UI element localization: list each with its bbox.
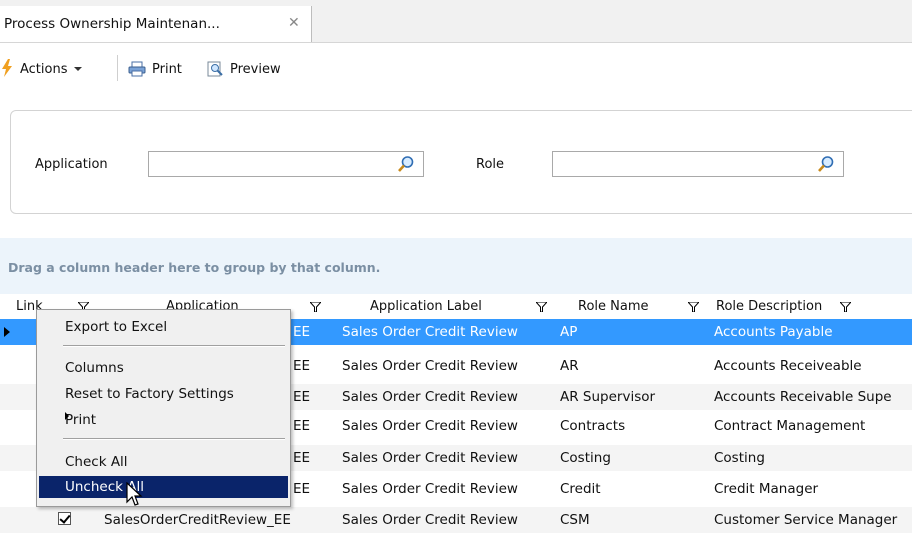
column-header-role-name[interactable]: Role Name bbox=[578, 299, 649, 314]
printer-icon bbox=[128, 61, 146, 77]
search-icon[interactable] bbox=[397, 155, 415, 173]
cell-application-suffix: EE bbox=[293, 358, 311, 374]
chevron-down-icon bbox=[73, 67, 82, 71]
toolbar: Actions Print Preview bbox=[0, 43, 912, 95]
filter-icon[interactable] bbox=[840, 302, 851, 312]
cell-application-label: Sales Order Credit Review bbox=[342, 389, 518, 405]
preview-label: Preview bbox=[230, 61, 281, 77]
cell-application-label: Sales Order Credit Review bbox=[342, 358, 518, 374]
cell-role-name: AP bbox=[560, 324, 578, 340]
tab-process-ownership[interactable]: Process Ownership Maintenan... ✕ bbox=[0, 6, 312, 42]
preview-button[interactable]: Preview bbox=[206, 59, 281, 79]
menu-separator bbox=[63, 438, 285, 440]
application-label: Application bbox=[35, 157, 108, 172]
filter-icon[interactable] bbox=[536, 302, 547, 312]
cell-application-suffix: EE bbox=[293, 324, 311, 340]
cell-application: SalesOrderCreditReview_EE bbox=[104, 512, 291, 528]
cell-role-description: Accounts Payable bbox=[714, 324, 833, 340]
context-menu: Export to Excel Columns Reset to Factory… bbox=[36, 309, 291, 507]
lightning-icon bbox=[2, 59, 12, 77]
menu-item-reset-to-factory-settings[interactable]: Reset to Factory Settings bbox=[39, 383, 288, 405]
column-header-role-description[interactable]: Role Description bbox=[716, 299, 822, 314]
cell-application-suffix: EE bbox=[293, 481, 311, 497]
cell-role-description: Accounts Receivable Supe bbox=[714, 389, 892, 405]
cell-role-description: Credit Manager bbox=[714, 481, 819, 497]
filter-panel: Application Role bbox=[10, 110, 912, 214]
cell-role-name: CSM bbox=[560, 512, 590, 528]
role-field[interactable] bbox=[552, 151, 844, 177]
close-icon[interactable]: ✕ bbox=[288, 15, 300, 31]
mouse-pointer-icon bbox=[126, 482, 143, 506]
cell-application-label: Sales Order Credit Review bbox=[342, 512, 518, 528]
tab-strip: Process Ownership Maintenan... ✕ bbox=[0, 0, 912, 43]
menu-item-label: Check All bbox=[65, 454, 128, 470]
print-button[interactable]: Print bbox=[128, 59, 182, 79]
menu-item-label: Reset to Factory Settings bbox=[65, 386, 234, 402]
menu-item-columns[interactable]: Columns bbox=[39, 357, 288, 379]
tab-title: Process Ownership Maintenan... bbox=[4, 16, 220, 32]
group-hint: Drag a column header here to group by th… bbox=[8, 260, 381, 275]
current-row-indicator bbox=[4, 327, 10, 337]
cell-role-description: Customer Service Manager bbox=[714, 512, 898, 528]
menu-separator bbox=[63, 345, 285, 347]
cell-role-description: Costing bbox=[714, 450, 765, 466]
cell-role-name: Contracts bbox=[560, 418, 626, 434]
role-label: Role bbox=[476, 157, 505, 172]
cell-application-label: Sales Order Credit Review bbox=[342, 450, 518, 466]
cell-application-suffix: EE bbox=[293, 450, 311, 466]
cell-application-label: Sales Order Credit Review bbox=[342, 324, 518, 340]
actions-button[interactable]: Actions bbox=[20, 59, 82, 79]
preview-icon bbox=[207, 61, 223, 77]
cell-role-description: Contract Management bbox=[714, 418, 866, 434]
cell-application-suffix: EE bbox=[293, 418, 311, 434]
search-icon[interactable] bbox=[817, 155, 835, 173]
column-header-application-label[interactable]: Application Label bbox=[370, 299, 482, 314]
print-label: Print bbox=[152, 61, 182, 77]
menu-item-label: Columns bbox=[65, 360, 124, 376]
menu-item-export-to-excel[interactable]: Export to Excel bbox=[39, 316, 288, 338]
link-checkbox[interactable] bbox=[58, 512, 71, 525]
submenu-arrow-icon bbox=[65, 412, 69, 420]
filter-icon[interactable] bbox=[688, 302, 699, 312]
menu-item-uncheck-all[interactable]: Uncheck All bbox=[39, 476, 288, 498]
cell-role-name: Credit bbox=[560, 481, 601, 497]
cell-application-label: Sales Order Credit Review bbox=[342, 418, 518, 434]
menu-item-check-all[interactable]: Check All bbox=[39, 451, 288, 473]
cell-role-name: AR bbox=[560, 358, 579, 374]
menu-item-print[interactable]: Print bbox=[39, 409, 288, 431]
cell-role-name: AR Supervisor bbox=[560, 389, 656, 405]
cell-application-label: Sales Order Credit Review bbox=[342, 481, 518, 497]
filter-icon[interactable] bbox=[310, 302, 321, 312]
menu-item-label: Print bbox=[65, 412, 97, 428]
actions-label: Actions bbox=[20, 61, 68, 77]
cell-role-description: Accounts Receiveable bbox=[714, 358, 862, 374]
cell-role-name: Costing bbox=[560, 450, 611, 466]
menu-item-label: Export to Excel bbox=[65, 319, 168, 335]
application-field[interactable] bbox=[148, 151, 424, 177]
table-row[interactable]: SalesOrderCreditReview_EE Sales Order Cr… bbox=[0, 507, 912, 533]
cell-application-suffix: EE bbox=[293, 389, 311, 405]
toolbar-separator bbox=[117, 55, 118, 81]
group-by-panel[interactable]: Drag a column header here to group by th… bbox=[0, 238, 912, 294]
